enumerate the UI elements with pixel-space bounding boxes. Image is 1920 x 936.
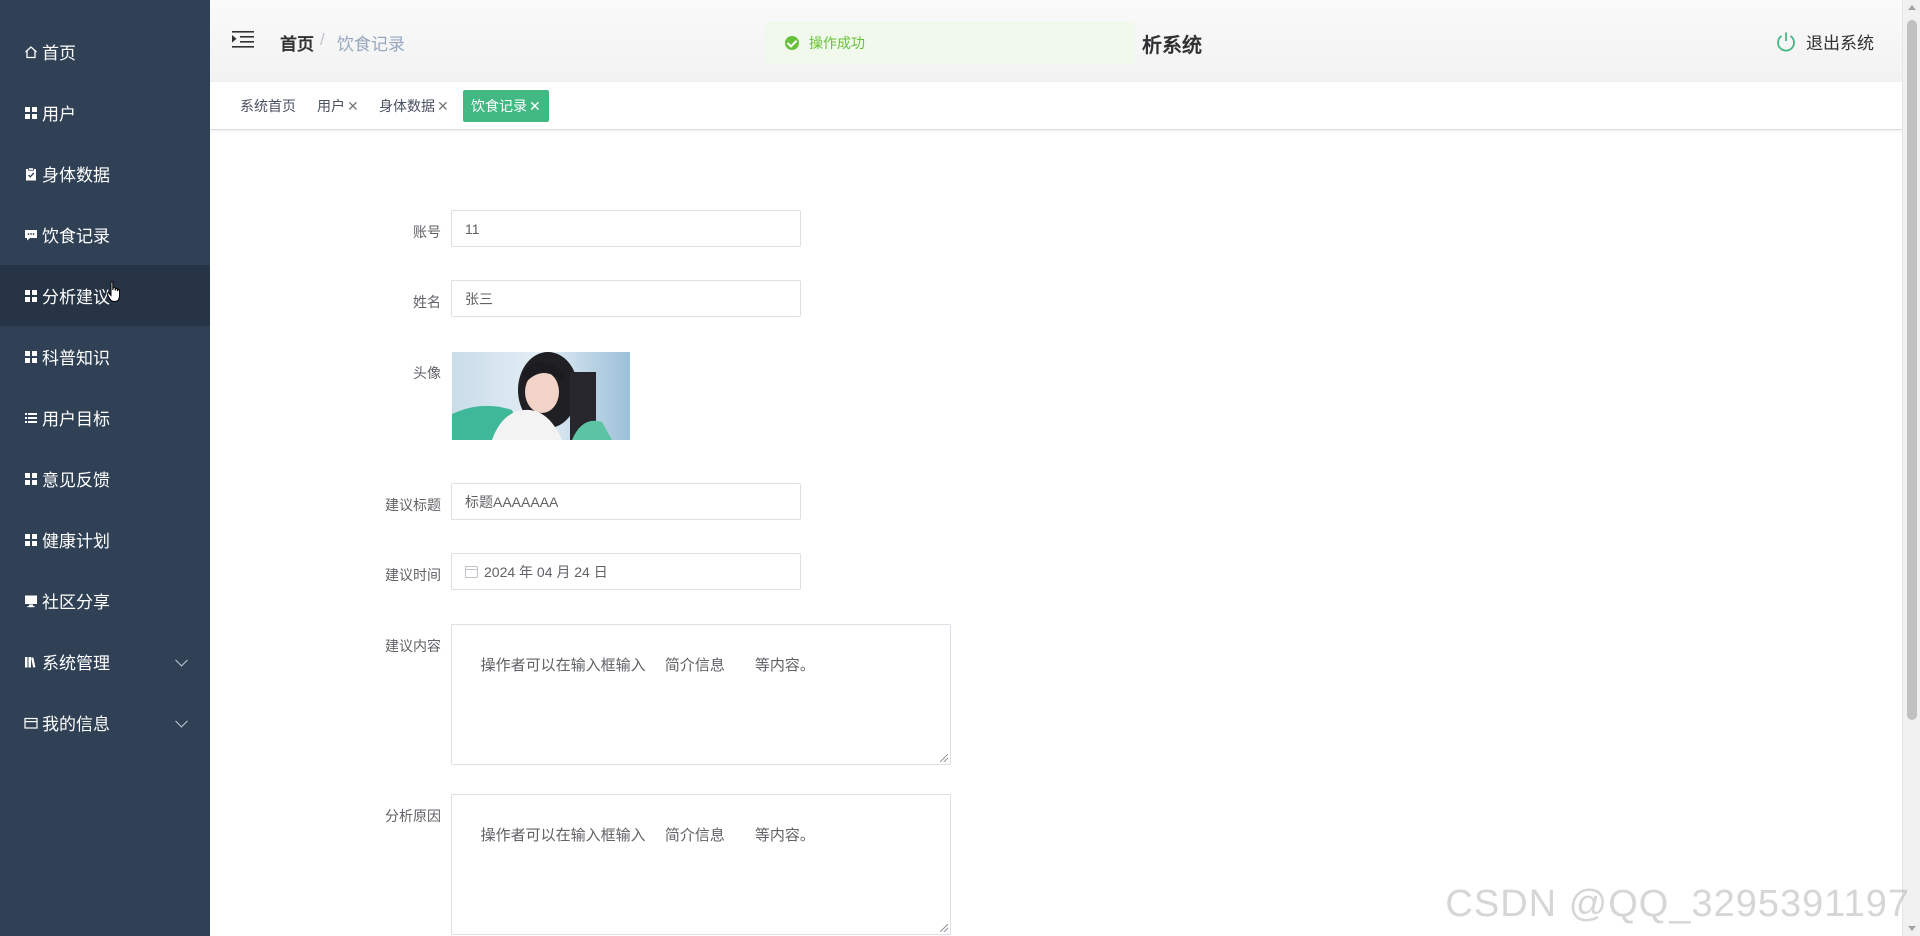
sidebar-item-home[interactable]: 首页: [0, 21, 210, 82]
sidebar-item-label: 科普知识: [42, 349, 110, 368]
tab-label: 用户: [317, 98, 345, 114]
scroll-up-icon[interactable]: [1908, 5, 1916, 10]
tab-label: 饮食记录: [471, 98, 527, 114]
advice-title-value: 标题AAAAAAA: [465, 493, 559, 510]
close-icon[interactable]: ✕: [437, 98, 449, 114]
power-icon: [1777, 32, 1795, 52]
card-icon: [24, 716, 38, 730]
sidebar-item-system-management[interactable]: 系统管理: [0, 631, 210, 692]
analysis-reason-textarea[interactable]: 操作者可以在输入框输入 简介信息 等内容。: [451, 794, 951, 935]
grid-icon: [24, 350, 38, 364]
name-value: 张三: [465, 290, 493, 307]
advice-content-textarea[interactable]: 操作者可以在输入框输入 简介信息 等内容。: [451, 624, 951, 765]
list-icon: [24, 411, 38, 425]
name-label: 姓名: [413, 294, 441, 310]
tab-diet-record[interactable]: 饮食记录 ✕: [463, 90, 549, 122]
close-icon[interactable]: ✕: [529, 98, 541, 114]
tags-view: 系统首页 用户 ✕ 身体数据 ✕ 饮食记录 ✕: [210, 82, 1920, 130]
check-circle-icon: [785, 36, 799, 50]
sidebar-item-body-data[interactable]: 身体数据: [0, 143, 210, 204]
logout-label: 退出系统: [1806, 34, 1874, 53]
sidebar-item-label: 身体数据: [42, 166, 110, 185]
toast-message: 操作成功: [809, 35, 865, 51]
chat-icon: [24, 228, 38, 242]
grid-icon: [24, 472, 38, 486]
sidebar-item-label: 社区分享: [42, 593, 110, 612]
sidebar-item-label: 分析建议: [42, 288, 110, 307]
grid-icon: [24, 533, 38, 547]
advice-time-label: 建议时间: [385, 567, 441, 583]
sidebar-item-users[interactable]: 用户: [0, 82, 210, 143]
home-icon: [24, 45, 38, 59]
breadcrumb-home[interactable]: 首页: [280, 30, 314, 55]
menu-toggle-icon[interactable]: [232, 30, 254, 48]
sidebar-item-health-plan[interactable]: 健康计划: [0, 509, 210, 570]
scroll-down-icon[interactable]: [1908, 926, 1916, 931]
analysis-reason-label: 分析原因: [385, 808, 441, 824]
scrollbar-thumb[interactable]: [1907, 20, 1917, 720]
sidebar-item-label: 我的信息: [42, 715, 110, 734]
calendar-icon: [465, 565, 478, 578]
sidebar-item-my-info[interactable]: 我的信息: [0, 692, 210, 753]
clipboard-icon: [24, 166, 38, 181]
system-title: 析系统: [1142, 35, 1202, 57]
sidebar: 首页 用户 身体数据 饮食记录 分析建议 科普知识 用户目标 意见反馈 健康计划…: [0, 0, 210, 936]
sidebar-item-diet-record[interactable]: 饮食记录: [0, 204, 210, 265]
advice-title-label: 建议标题: [385, 497, 441, 513]
tab-system-home[interactable]: 系统首页: [236, 90, 300, 122]
analysis-reason-value: 操作者可以在输入框输入 简介信息 等内容。: [480, 827, 815, 844]
monitor-icon: [24, 594, 38, 608]
resize-handle-icon[interactable]: [940, 924, 948, 932]
avatar-label: 头像: [413, 365, 441, 381]
sidebar-item-label: 首页: [42, 44, 76, 63]
close-icon[interactable]: ✕: [347, 98, 359, 114]
sidebar-item-feedback[interactable]: 意见反馈: [0, 448, 210, 509]
grid-icon: [24, 106, 38, 120]
sidebar-item-user-goals[interactable]: 用户目标: [0, 387, 210, 448]
sidebar-item-label: 饮食记录: [42, 227, 110, 246]
grid-icon: [24, 289, 38, 303]
chevron-down-icon: [175, 714, 188, 728]
watermark: CSDN @QQ_3295391197: [1445, 883, 1910, 925]
chevron-down-icon: [175, 653, 188, 667]
breadcrumb-separator: /: [320, 30, 325, 49]
sidebar-item-label: 用户: [42, 105, 76, 124]
sidebar-item-science-knowledge[interactable]: 科普知识: [0, 326, 210, 387]
sidebar-item-label: 系统管理: [42, 654, 110, 673]
advice-time-field[interactable]: 2024 年 04 月 24 日: [451, 553, 801, 590]
pointer-cursor-icon: [106, 281, 120, 302]
library-icon: [24, 655, 38, 669]
page-scrollbar[interactable]: [1902, 0, 1920, 936]
sidebar-item-label: 意见反馈: [42, 471, 110, 490]
account-label: 账号: [413, 224, 441, 240]
account-field[interactable]: 11: [451, 210, 801, 247]
name-field[interactable]: 张三: [451, 280, 801, 317]
success-toast: 操作成功: [765, 22, 1135, 64]
advice-time-value: 2024 年 04 月 24 日: [484, 563, 608, 580]
account-value: 11: [465, 220, 480, 237]
sidebar-item-analysis-advice[interactable]: 分析建议: [0, 265, 210, 326]
sidebar-item-label: 用户目标: [42, 410, 110, 429]
advice-title-field[interactable]: 标题AAAAAAA: [451, 483, 801, 520]
advice-content-label: 建议内容: [385, 638, 441, 654]
tab-body-data[interactable]: 身体数据 ✕: [375, 90, 453, 122]
logout-button[interactable]: 退出系统: [1775, 29, 1874, 54]
advice-content-value: 操作者可以在输入框输入 简介信息 等内容。: [480, 657, 815, 674]
sidebar-item-label: 健康计划: [42, 532, 110, 551]
avatar-image[interactable]: [452, 352, 630, 440]
sidebar-item-community-share[interactable]: 社区分享: [0, 570, 210, 631]
breadcrumb-current: 饮食记录: [337, 35, 405, 54]
tab-users[interactable]: 用户 ✕: [313, 90, 363, 122]
tab-label: 系统首页: [240, 98, 296, 114]
tab-label: 身体数据: [379, 98, 435, 114]
resize-handle-icon[interactable]: [940, 754, 948, 762]
